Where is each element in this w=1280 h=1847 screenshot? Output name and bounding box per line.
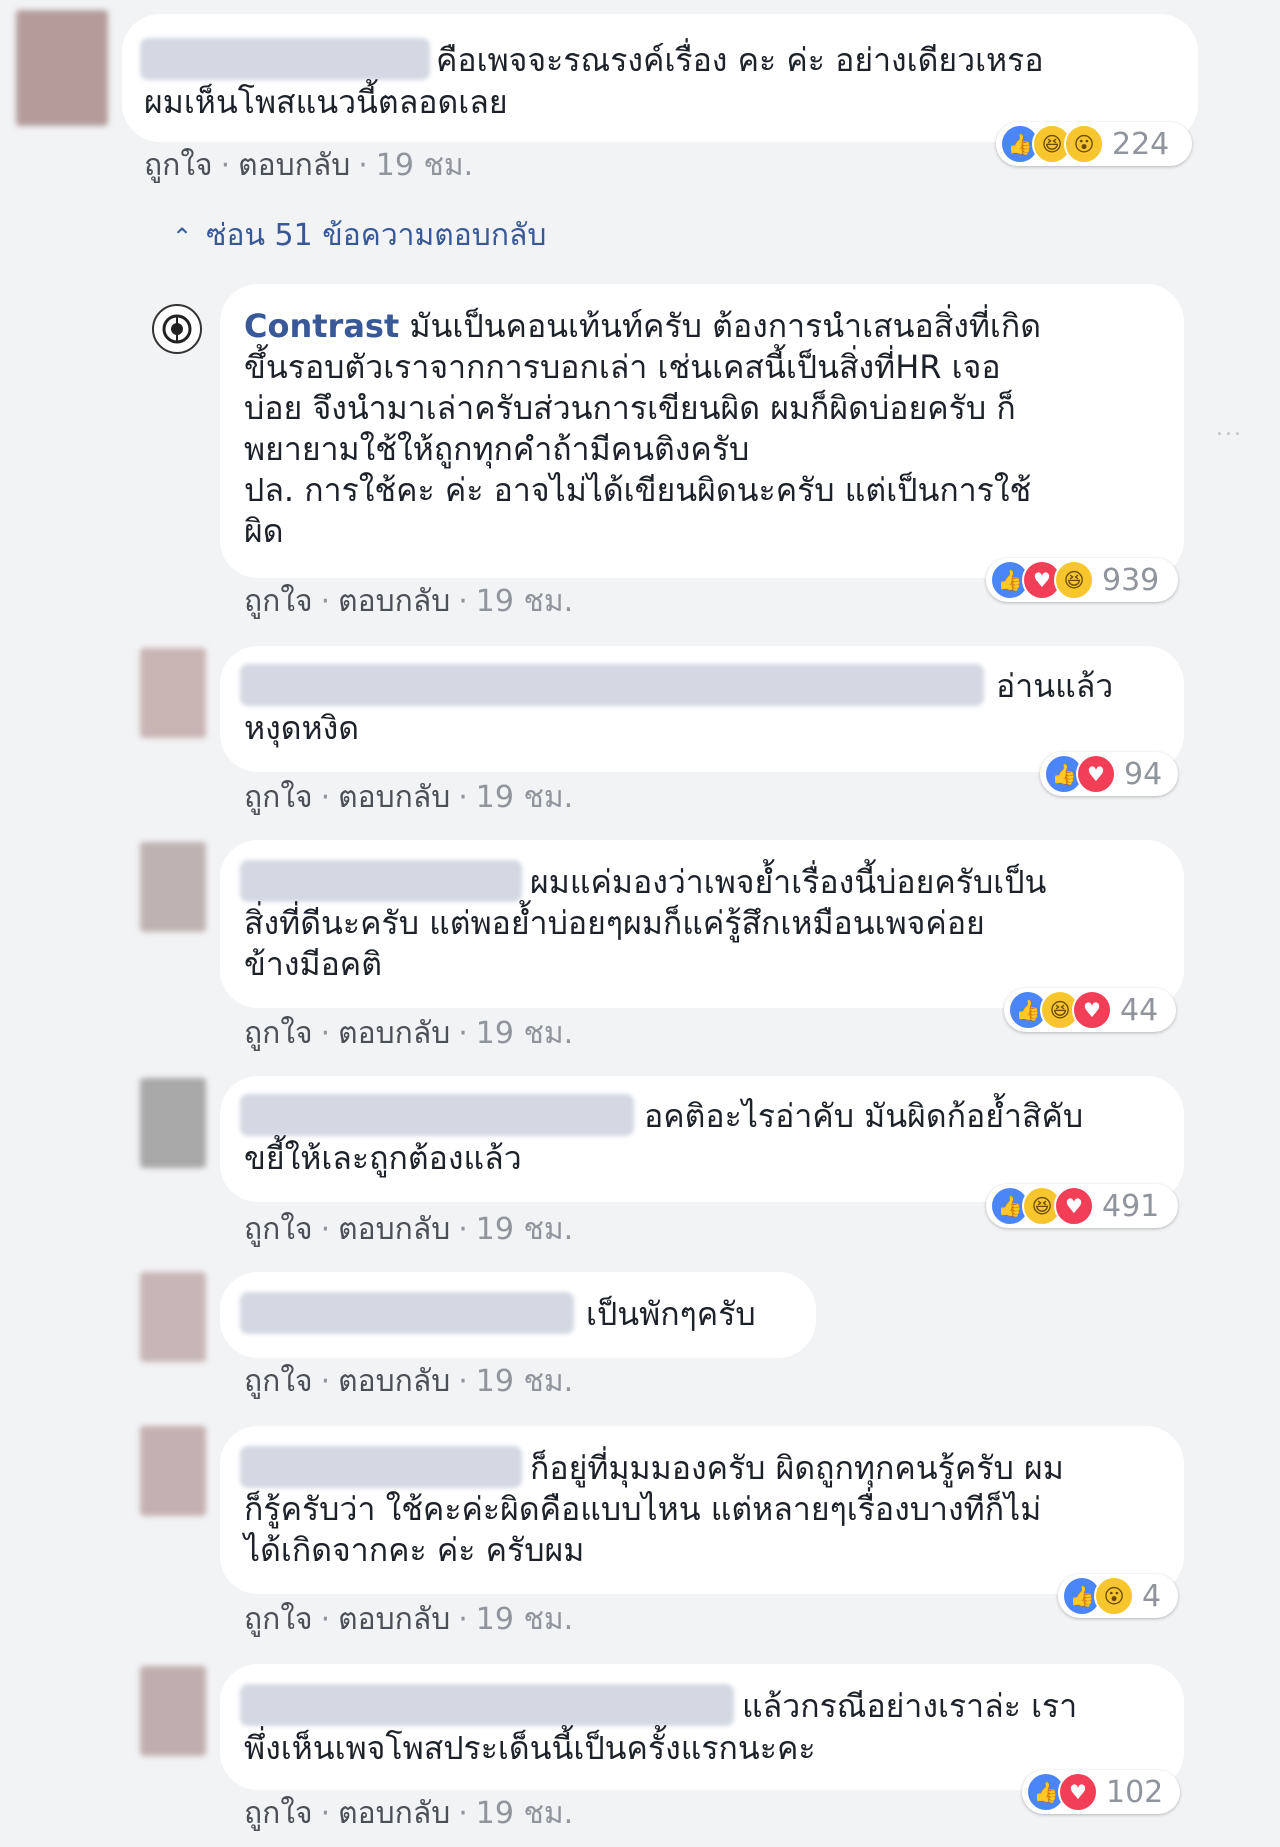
wow-icon: 😮 xyxy=(1064,124,1104,164)
reply-text-line: แล้วกรณีอย่างเราล่ะ เรา xyxy=(742,1687,1078,1725)
reply-text-line: ก็อยู่ที่มุมมองครับ ผิดถูกทุกคนรู้ครับ ผ… xyxy=(530,1449,1064,1487)
more-options-icon[interactable]: ... xyxy=(1216,416,1243,441)
like-link[interactable]: ถูกใจ xyxy=(244,584,313,619)
author-name-blurred[interactable] xyxy=(240,1094,634,1136)
like-link[interactable]: ถูกใจ xyxy=(244,1796,313,1831)
reply-text-line: พึ่งเห็นเพจโพสประเด็นนี้เป็นครั้งแรกนะคะ xyxy=(244,1729,816,1767)
reply-link[interactable]: ตอบกลับ xyxy=(338,1602,450,1637)
timestamp[interactable]: 19 ชม. xyxy=(476,780,573,815)
avatar[interactable] xyxy=(140,1426,206,1516)
wow-icon: 😮 xyxy=(1094,1576,1134,1616)
reply-actions: ถูกใจ · ตอบกลับ · 19 ชม. xyxy=(244,780,574,815)
reply-text-line: เป็นพักๆครับ xyxy=(586,1295,756,1333)
avatar[interactable] xyxy=(140,648,206,738)
reply-text-line: ขยี้ให้เละถูกต้องแล้ว xyxy=(244,1139,522,1177)
chevron-up-icon: ⌃ xyxy=(172,223,193,251)
avatar[interactable] xyxy=(140,1666,206,1756)
reaction-count: 224 xyxy=(1112,126,1170,162)
reply-text-line: ผิด xyxy=(244,512,284,550)
avatar[interactable] xyxy=(140,1078,206,1168)
love-icon: ♥ xyxy=(1054,1186,1094,1226)
reply-link[interactable]: ตอบกลับ xyxy=(338,780,450,815)
love-icon: ♥ xyxy=(1072,990,1112,1030)
like-link[interactable]: ถูกใจ xyxy=(144,148,213,183)
reactions-summary[interactable]: 👍 😆 😮 224 xyxy=(996,122,1192,166)
love-icon: ♥ xyxy=(1058,1772,1098,1812)
hide-replies-label: ซ่อน 51 ข้อความตอบกลับ xyxy=(206,218,547,253)
reactions-summary[interactable]: 👍 ♥ 102 xyxy=(1022,1770,1180,1814)
reply-text-line: ได้เกิดจากคะ ค่ะ ครับผม xyxy=(244,1531,585,1569)
like-link[interactable]: ถูกใจ xyxy=(244,780,313,815)
reply-actions: ถูกใจ · ตอบกลับ · 19 ชม. xyxy=(244,1364,574,1399)
author-name-blurred[interactable] xyxy=(240,664,984,706)
author-name[interactable]: Contrast xyxy=(244,307,399,345)
reply-actions: ถูกใจ · ตอบกลับ · 19 ชม. xyxy=(244,1602,574,1637)
reply-text-line: ปล. การใช้คะ ค่ะ อาจไม่ได้เขียนผิดนะครับ… xyxy=(244,471,1032,509)
like-link[interactable]: ถูกใจ xyxy=(244,1364,313,1399)
reply-text-line: บ่อย จึงนำมาเล่าครับส่วนการเขียนผิด ผมก็… xyxy=(244,389,1016,427)
reply-text-line: หงุดหงิด xyxy=(244,709,359,747)
reply-text-line: Contrast มันเป็นคอนเท้นท์ครับ ต้องการนำเ… xyxy=(244,307,1042,345)
reactions-summary[interactable]: 👍 ♥ 94 xyxy=(1040,752,1178,796)
reply-text-line: ก็รู้ครับว่า ใช้คะค่ะผิดคือแบบไหน แต่หลา… xyxy=(244,1490,1042,1528)
avatar[interactable] xyxy=(140,842,206,932)
reply-text-line: อคติอะไรอ่าคับ มันผิดก้อย้ำสิคับ xyxy=(644,1097,1084,1135)
reply-text-line: อ่านแล้ว xyxy=(996,667,1114,705)
timestamp[interactable]: 19 ชม. xyxy=(476,1364,573,1399)
author-name-blurred[interactable] xyxy=(240,1446,522,1488)
author-name-blurred[interactable] xyxy=(240,860,522,902)
timestamp[interactable]: 19 ชม. xyxy=(476,584,573,619)
reply-link[interactable]: ตอบกลับ xyxy=(238,148,350,183)
like-link[interactable]: ถูกใจ xyxy=(244,1602,313,1637)
reply-text-line: ข้างมีอคติ xyxy=(244,945,382,983)
reactions-summary[interactable]: 👍 😆 ♥ 491 xyxy=(986,1184,1178,1228)
reply-text-line: ขึ้นรอบตัวเราจากการบอกเล่า เช่นเคสนี้เป็… xyxy=(244,348,1001,386)
avatar[interactable] xyxy=(140,1272,206,1362)
author-name-blurred[interactable] xyxy=(140,38,430,80)
reply-actions: ถูกใจ · ตอบกลับ · 19 ชม. xyxy=(244,1796,574,1831)
reply-link[interactable]: ตอบกลับ xyxy=(338,1796,450,1831)
page-avatar[interactable] xyxy=(152,304,202,354)
timestamp[interactable]: 19 ชม. xyxy=(476,1016,573,1051)
reaction-count: 939 xyxy=(1102,562,1160,598)
comment-text-line: คือเพจจะรณรงค์เรื่อง คะ ค่ะ อย่างเดียวเห… xyxy=(436,41,1044,79)
reply-actions: ถูกใจ · ตอบกลับ · 19 ชม. xyxy=(244,1016,574,1051)
reaction-count: 102 xyxy=(1106,1774,1164,1810)
comment-text-line: ผมเห็นโพสแนวนี้ตลอดเลย xyxy=(144,83,508,121)
page-logo-icon xyxy=(162,314,192,344)
timestamp[interactable]: 19 ชม. xyxy=(476,1796,573,1831)
reaction-count: 44 xyxy=(1120,992,1159,1028)
reactions-summary[interactable]: 👍 😮 4 xyxy=(1058,1574,1178,1618)
timestamp[interactable]: 19 ชม. xyxy=(476,1602,573,1637)
like-link[interactable]: ถูกใจ xyxy=(244,1016,313,1051)
avatar[interactable] xyxy=(16,10,108,126)
timestamp[interactable]: 19 ชม. xyxy=(476,1212,573,1247)
reaction-count: 94 xyxy=(1124,756,1163,792)
reaction-count: 4 xyxy=(1142,1578,1162,1614)
haha-icon: 😆 xyxy=(1054,560,1094,600)
like-link[interactable]: ถูกใจ xyxy=(244,1212,313,1247)
reaction-count: 491 xyxy=(1102,1188,1160,1224)
reply-actions: ถูกใจ · ตอบกลับ · 19 ชม. xyxy=(244,584,574,619)
reply-link[interactable]: ตอบกลับ xyxy=(338,584,450,619)
author-name-blurred[interactable] xyxy=(240,1292,574,1334)
reply-actions: ถูกใจ · ตอบกลับ · 19 ชม. xyxy=(244,1212,574,1247)
reply-text-line: พยายามใช้ให้ถูกทุกคำถ้ามีคนติงครับ xyxy=(244,430,750,468)
reply-text-line: สิ่งที่ดีนะครับ แต่พอย้ำบ่อยๆผมก็แค่รู้ส… xyxy=(244,904,985,942)
author-name-blurred[interactable] xyxy=(240,1684,734,1726)
timestamp[interactable]: 19 ชม. xyxy=(376,148,473,183)
comment-actions: ถูกใจ · ตอบกลับ · 19 ชม. xyxy=(144,148,474,183)
reply-link[interactable]: ตอบกลับ xyxy=(338,1212,450,1247)
reply-text-line: ผมแค่มองว่าเพจย้ำเรื่องนี้บ่อยครับเป็น xyxy=(530,863,1047,901)
reply-link[interactable]: ตอบกลับ xyxy=(338,1364,450,1399)
reply-link[interactable]: ตอบกลับ xyxy=(338,1016,450,1051)
hide-replies-link[interactable]: ⌃ ซ่อน 51 ข้อความตอบกลับ xyxy=(172,212,546,259)
reactions-summary[interactable]: 👍 😆 ♥ 44 xyxy=(1004,988,1176,1032)
reactions-summary[interactable]: 👍 ♥ 😆 939 xyxy=(986,558,1178,602)
love-icon: ♥ xyxy=(1076,754,1116,794)
